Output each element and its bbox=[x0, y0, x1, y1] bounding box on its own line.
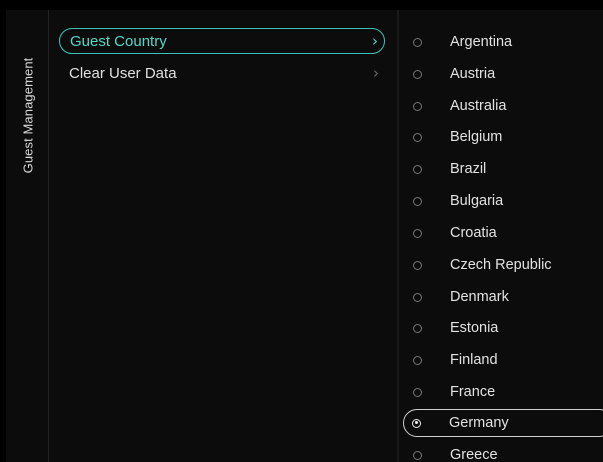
country-option-austria[interactable]: Austria bbox=[403, 60, 603, 88]
country-option-greece[interactable]: Greece bbox=[403, 441, 603, 462]
radio-unchecked-icon bbox=[413, 228, 422, 238]
country-option-brazil[interactable]: Brazil bbox=[403, 155, 603, 183]
country-label: Estonia bbox=[450, 320, 499, 336]
country-label: Denmark bbox=[450, 289, 509, 305]
radio-checked-icon bbox=[412, 418, 421, 428]
country-label: France bbox=[450, 384, 496, 400]
country-label: Finland bbox=[450, 352, 498, 368]
chevron-right-icon: › bbox=[372, 32, 378, 50]
radio-unchecked-icon bbox=[413, 69, 422, 79]
country-option-france[interactable]: France bbox=[403, 378, 603, 406]
radio-unchecked-icon bbox=[413, 196, 422, 206]
radio-unchecked-icon bbox=[413, 101, 422, 111]
tv-settings-screen: Guest Management Guest Country › Clear U… bbox=[0, 0, 603, 462]
country-label: Germany bbox=[449, 415, 509, 431]
radio-unchecked-icon bbox=[413, 37, 422, 47]
radio-unchecked-icon bbox=[413, 260, 422, 270]
guest-management-menu: Guest Country › Clear User Data › bbox=[49, 10, 397, 462]
radio-unchecked-icon bbox=[413, 164, 422, 174]
country-label: Austria bbox=[450, 66, 496, 82]
country-label: Australia bbox=[450, 98, 507, 114]
section-label-column: Guest Management bbox=[6, 10, 49, 462]
menu-item-label: Clear User Data bbox=[69, 64, 177, 82]
radio-unchecked-icon bbox=[413, 323, 422, 333]
radio-unchecked-icon bbox=[413, 132, 422, 142]
country-list: Argentina Austria Australia Belgium Braz… bbox=[399, 10, 603, 462]
country-label: Croatia bbox=[450, 225, 497, 241]
country-option-bulgaria[interactable]: Bulgaria bbox=[403, 187, 603, 215]
country-option-croatia[interactable]: Croatia bbox=[403, 219, 603, 247]
country-label: Czech Republic bbox=[450, 257, 552, 273]
radio-unchecked-icon bbox=[413, 292, 422, 302]
country-option-belgium[interactable]: Belgium bbox=[403, 123, 603, 151]
section-title: Guest Management bbox=[8, 30, 48, 200]
radio-unchecked-icon bbox=[413, 355, 422, 365]
country-label: Brazil bbox=[450, 161, 487, 177]
radio-unchecked-icon bbox=[413, 450, 422, 460]
section-title-text: Guest Management bbox=[20, 57, 36, 173]
menu-item-clear-user-data[interactable]: Clear User Data › bbox=[59, 60, 385, 86]
country-option-estonia[interactable]: Estonia bbox=[403, 314, 603, 342]
country-option-finland[interactable]: Finland bbox=[403, 346, 603, 374]
country-option-argentina[interactable]: Argentina bbox=[403, 28, 603, 56]
country-option-australia[interactable]: Australia bbox=[403, 92, 603, 120]
chevron-right-icon: › bbox=[373, 64, 379, 82]
country-option-germany[interactable]: Germany bbox=[403, 409, 603, 437]
country-option-denmark[interactable]: Denmark bbox=[403, 283, 603, 311]
radio-unchecked-icon bbox=[413, 387, 422, 397]
country-label: Belgium bbox=[450, 129, 503, 145]
country-label: Greece bbox=[450, 447, 498, 462]
country-option-czech-republic[interactable]: Czech Republic bbox=[403, 251, 603, 279]
country-label: Argentina bbox=[450, 34, 513, 50]
menu-item-label: Guest Country bbox=[70, 32, 167, 50]
country-label: Bulgaria bbox=[450, 193, 504, 209]
menu-item-guest-country[interactable]: Guest Country › bbox=[59, 28, 385, 54]
